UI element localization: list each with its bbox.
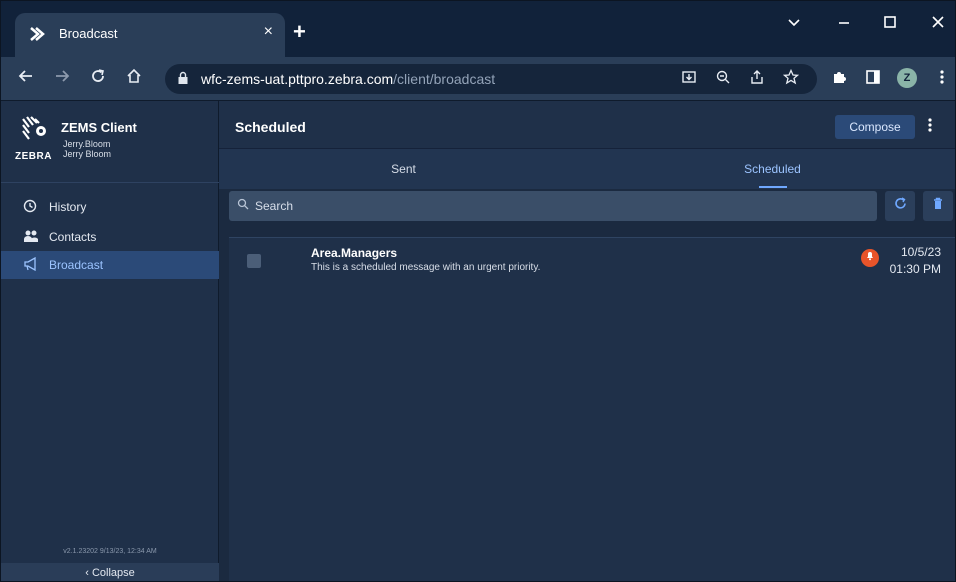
sidebar: ZEBRA ZEMS Client Jerry.Bloom Jerry Bloo… bbox=[1, 101, 219, 581]
reload-icon[interactable] bbox=[89, 67, 107, 91]
install-app-icon[interactable] bbox=[681, 69, 697, 89]
share-icon[interactable] bbox=[749, 69, 765, 89]
main-panel: Scheduled Compose Sent Scheduled Search … bbox=[219, 101, 955, 581]
tab-strip: Broadcast × + bbox=[1, 1, 955, 57]
search-input[interactable] bbox=[255, 195, 865, 217]
select-checkbox[interactable] bbox=[247, 254, 261, 268]
zebra-logo-icon bbox=[19, 113, 51, 145]
zebra-favicon-icon bbox=[29, 25, 49, 45]
urgent-priority-icon bbox=[861, 249, 879, 267]
maximize-icon[interactable] bbox=[883, 15, 897, 34]
url-text[interactable]: wfc-zems-uat.pttpro.zebra.com/client/bro… bbox=[201, 71, 495, 87]
message-preview: This is a scheduled message with an urge… bbox=[311, 262, 541, 273]
message-time: 01:30 PM bbox=[889, 262, 941, 276]
address-bar[interactable]: wfc-zems-uat.pttpro.zebra.com/client/bro… bbox=[165, 64, 817, 94]
broadcast-icon bbox=[23, 256, 39, 274]
search-bar bbox=[229, 191, 877, 221]
delete-button[interactable] bbox=[923, 191, 953, 221]
side-panel-icon[interactable] bbox=[865, 69, 881, 89]
page-header: Scheduled Compose bbox=[219, 101, 955, 149]
list-item[interactable]: Area.Managers This is a scheduled messag… bbox=[229, 238, 955, 284]
collapse-button[interactable]: ‹ Collapse bbox=[1, 563, 219, 581]
contacts-icon bbox=[23, 229, 39, 246]
tab-search-chevron-icon[interactable] bbox=[787, 15, 801, 34]
back-arrow-icon[interactable] bbox=[17, 67, 35, 91]
new-tab-button[interactable]: + bbox=[293, 21, 306, 43]
bookmark-star-icon[interactable] bbox=[782, 68, 800, 89]
minimize-icon[interactable] bbox=[837, 15, 851, 34]
profile-avatar[interactable]: Z bbox=[897, 68, 917, 88]
username: Jerry.Bloom bbox=[63, 139, 111, 149]
version-text: v2.1.23202 9/13/23, 12:34 AM bbox=[63, 548, 157, 555]
forward-arrow-icon[interactable] bbox=[53, 67, 71, 91]
more-options-icon[interactable] bbox=[927, 117, 933, 138]
message-tabs: Sent Scheduled bbox=[219, 149, 955, 189]
url-host: wfc-zems-uat.pttpro.zebra.com bbox=[201, 71, 394, 87]
page-title: Scheduled bbox=[235, 119, 306, 135]
trash-icon bbox=[932, 197, 944, 213]
chevron-left-icon: ‹ bbox=[85, 567, 92, 579]
browser-window: Broadcast × + wfc-zems-uat.pttpro.zebra.… bbox=[0, 0, 956, 582]
collapse-label: Collapse bbox=[91, 567, 135, 579]
refresh-icon bbox=[894, 197, 907, 213]
compose-button[interactable]: Compose bbox=[835, 115, 915, 139]
sidebar-item-contacts[interactable]: Contacts bbox=[1, 223, 219, 251]
app-name: ZEMS Client bbox=[61, 120, 137, 135]
message-date: 10/5/23 bbox=[900, 245, 941, 259]
zoom-icon[interactable] bbox=[715, 69, 731, 89]
extensions-puzzle-icon[interactable] bbox=[831, 69, 847, 89]
tab-close-icon[interactable]: × bbox=[264, 23, 273, 41]
brand-header: ZEBRA ZEMS Client Jerry.Bloom Jerry Bloo… bbox=[1, 101, 219, 183]
sidebar-item-label: Broadcast bbox=[49, 258, 104, 272]
zebra-logo-text: ZEBRA bbox=[15, 151, 52, 162]
message-recipient: Area.Managers bbox=[311, 246, 398, 260]
toolbar: wfc-zems-uat.pttpro.zebra.com/client/bro… bbox=[1, 57, 955, 101]
sidebar-item-history[interactable]: History bbox=[1, 193, 219, 221]
display-name: Jerry Bloom bbox=[63, 149, 112, 159]
browser-tab[interactable]: Broadcast × bbox=[15, 13, 285, 57]
sidebar-item-label: Contacts bbox=[49, 230, 97, 244]
tab-title: Broadcast bbox=[59, 26, 118, 41]
active-tab-indicator bbox=[759, 186, 787, 188]
message-list: Area.Managers This is a scheduled messag… bbox=[229, 237, 955, 581]
sidebar-item-label: History bbox=[49, 200, 87, 214]
sidebar-item-broadcast[interactable]: Broadcast bbox=[1, 251, 219, 279]
tab-sent[interactable]: Sent bbox=[219, 149, 588, 189]
url-path: /client/broadcast bbox=[393, 71, 496, 87]
lock-icon[interactable] bbox=[177, 71, 189, 88]
close-window-icon[interactable] bbox=[931, 15, 945, 34]
search-icon bbox=[237, 198, 249, 213]
app-container: ZEBRA ZEMS Client Jerry.Bloom Jerry Bloo… bbox=[1, 101, 955, 581]
tab-scheduled[interactable]: Scheduled bbox=[588, 149, 955, 189]
home-icon[interactable] bbox=[125, 67, 143, 91]
history-icon bbox=[23, 199, 37, 216]
browser-menu-icon[interactable] bbox=[939, 69, 945, 89]
refresh-button[interactable] bbox=[885, 191, 915, 221]
